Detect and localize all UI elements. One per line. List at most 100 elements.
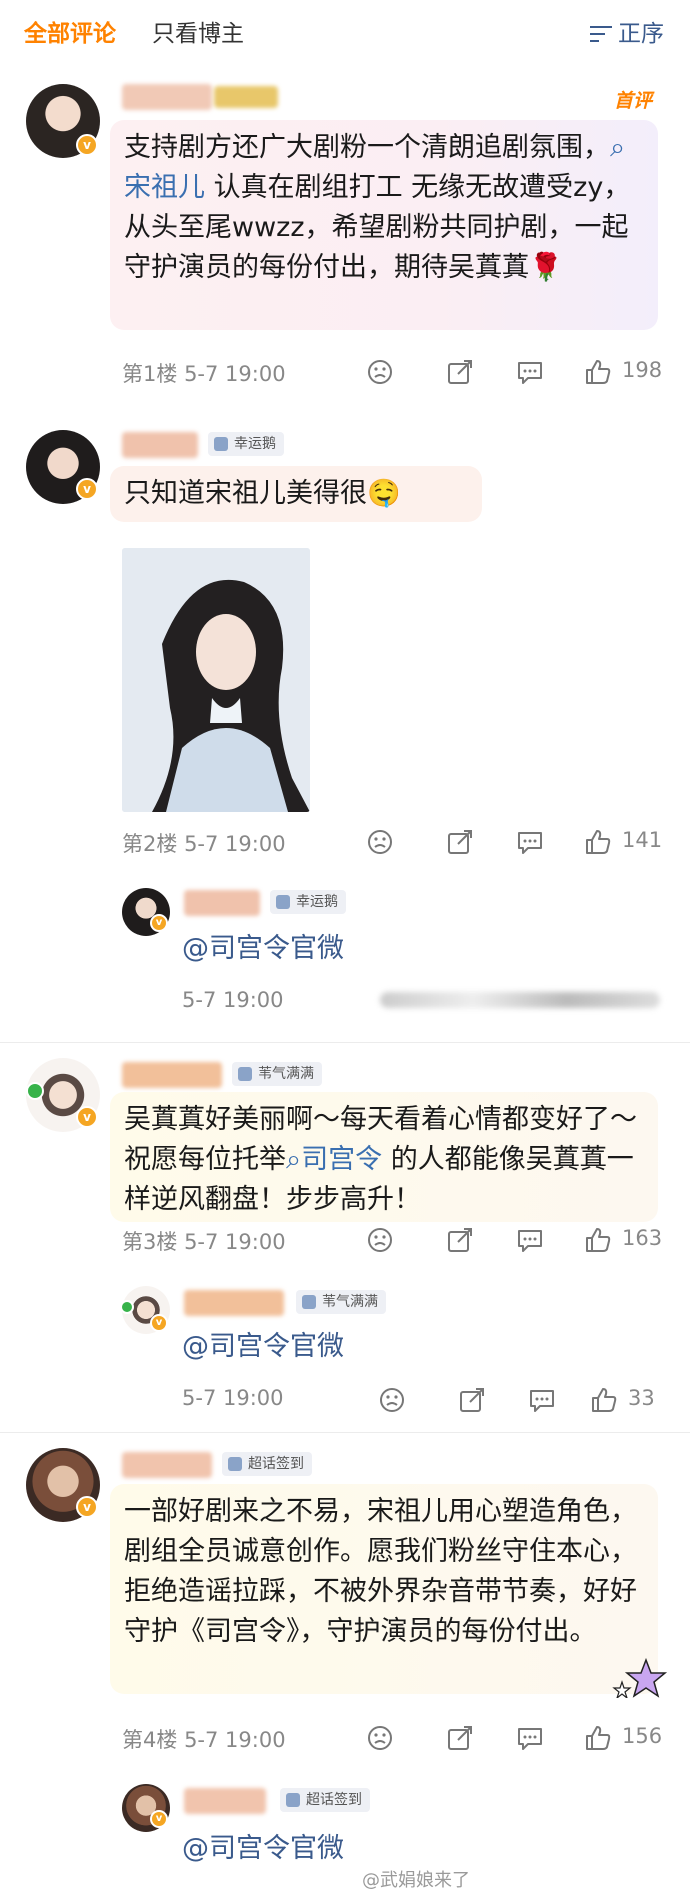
online-badge-icon xyxy=(120,1300,134,1314)
floor-and-time: 第2楼 5-7 19:00 xyxy=(122,828,286,858)
comment-text-bubble[interactable]: 支持剧方还广大剧粉一个清朗追剧氛围，⌕宋祖儿 认真在剧组打工 无缘无故遭受zy，… xyxy=(110,120,658,330)
verified-badge-icon: v xyxy=(150,1314,168,1332)
reply-time: 5-7 19:00 xyxy=(182,1386,284,1410)
fan-tag: 超话签到 xyxy=(222,1452,312,1476)
tag-label: 超话签到 xyxy=(248,1456,304,1472)
topic-link[interactable]: ⌕司宫令 xyxy=(286,1144,382,1175)
tag-icon xyxy=(214,437,228,451)
comment-text: 支持剧方还广大剧粉一个清朗追剧氛围， xyxy=(124,132,610,163)
tag-icon xyxy=(286,1793,300,1807)
comment-icon[interactable] xyxy=(516,1724,544,1752)
floor-number: 第2楼 xyxy=(122,832,178,856)
verified-badge-icon: v xyxy=(76,134,98,156)
floor-number: 第3楼 xyxy=(122,1230,178,1254)
comment-text-bubble[interactable]: 一部好剧来之不易，宋祖儿用心塑造角色，剧组全员诚意创作。愿我们粉丝守住本心，拒绝… xyxy=(110,1484,658,1694)
divider xyxy=(0,1432,690,1433)
fan-tag: 超话签到 xyxy=(280,1788,370,1812)
divider xyxy=(0,1042,690,1043)
mention-link[interactable]: @司宫令官微 xyxy=(182,926,344,965)
tag-label: 苇气满满 xyxy=(322,1294,378,1310)
like-icon[interactable] xyxy=(584,1724,612,1752)
comment-time: 5-7 19:00 xyxy=(184,362,286,386)
dislike-icon[interactable] xyxy=(366,358,394,386)
star-sticker-icon xyxy=(612,1658,668,1698)
share-icon[interactable] xyxy=(446,1226,474,1254)
like-icon[interactable] xyxy=(584,358,612,386)
comment-time: 5-7 19:00 xyxy=(184,1728,286,1752)
sort-label: 正序 xyxy=(618,21,664,47)
like-count: 156 xyxy=(622,1724,663,1748)
share-icon[interactable] xyxy=(446,1724,474,1752)
share-icon[interactable] xyxy=(458,1386,486,1414)
username-blurred[interactable] xyxy=(122,1452,212,1478)
username-blurred[interactable] xyxy=(122,432,198,458)
floor-and-time: 第4楼 5-7 19:00 xyxy=(122,1724,286,1754)
like-count: 198 xyxy=(622,358,663,382)
comment-time: 5-7 19:00 xyxy=(184,1230,286,1254)
tag-icon xyxy=(302,1295,316,1309)
tag-icon xyxy=(238,1067,252,1081)
verified-badge-icon: v xyxy=(76,478,98,500)
comment-text: 一部好剧来之不易，宋祖儿用心塑造角色，剧组全员诚意创作。愿我们粉丝守住本心，拒绝… xyxy=(124,1496,637,1647)
reply-username-blurred[interactable] xyxy=(184,1290,284,1316)
dislike-icon[interactable] xyxy=(378,1386,406,1414)
mention-link[interactable]: @司宫令官微 xyxy=(182,1826,344,1865)
drooling-emoji-icon: 🤤 xyxy=(367,478,401,509)
topic-name: 宋祖儿 xyxy=(124,172,205,203)
tag-label: 幸运鹅 xyxy=(296,894,338,910)
floor-number: 第4楼 xyxy=(122,1728,178,1752)
topic-name: 司宫令 xyxy=(301,1144,383,1175)
attached-photo[interactable] xyxy=(122,548,310,812)
verified-badge-icon: v xyxy=(150,1810,168,1828)
reply-time: 5-7 19:00 xyxy=(182,988,284,1012)
comment-icon[interactable] xyxy=(516,358,544,386)
reply-username-blurred[interactable] xyxy=(184,1788,266,1814)
share-icon[interactable] xyxy=(446,828,474,856)
verified-badge-icon: v xyxy=(150,914,168,932)
dislike-icon[interactable] xyxy=(366,1226,394,1254)
mention-link[interactable]: @司宫令官微 xyxy=(182,1324,344,1363)
sort-icon xyxy=(590,25,612,43)
first-comment-badge: 首评 xyxy=(614,90,653,112)
verified-badge-icon: v xyxy=(76,1496,98,1518)
floor-number: 第1楼 xyxy=(122,362,178,386)
comment-icon[interactable] xyxy=(516,828,544,856)
verified-badge-icon: v xyxy=(76,1106,98,1128)
blurred-content xyxy=(380,992,660,1008)
comment-text-bubble[interactable]: 吴蒖蒖好美丽啊～每天看着心情都变好了～祝愿每位托举⌕司宫令 的人都能像吴蒖蒖一样… xyxy=(110,1092,658,1222)
fan-tag: 幸运鹅 xyxy=(208,432,284,456)
tab-all-comments[interactable]: 全部评论 xyxy=(24,14,116,48)
user-badge-blurred xyxy=(214,86,278,108)
comment-text-bubble[interactable]: 只知道宋祖儿美得很🤤 xyxy=(110,466,482,522)
rose-emoji-icon: 🌹 xyxy=(529,252,563,283)
fan-tag: 苇气满满 xyxy=(232,1062,322,1086)
reply-username-blurred[interactable] xyxy=(184,890,260,916)
like-count: 33 xyxy=(628,1386,655,1410)
comment-text: 只知道宋祖儿美得很 xyxy=(124,478,367,509)
watermark: @武娟娘来了 xyxy=(362,1870,470,1891)
tab-author-only[interactable]: 只看博主 xyxy=(152,14,244,48)
floor-and-time: 第1楼 5-7 19:00 xyxy=(122,358,286,388)
like-count: 163 xyxy=(622,1226,663,1250)
like-icon[interactable] xyxy=(584,1226,612,1254)
comment-icon[interactable] xyxy=(516,1226,544,1254)
fan-tag: 苇气满满 xyxy=(296,1290,386,1314)
comment-icon[interactable] xyxy=(528,1386,556,1414)
username-blurred[interactable] xyxy=(122,1062,222,1088)
like-count: 141 xyxy=(622,828,663,852)
like-icon[interactable] xyxy=(584,828,612,856)
sort-order-button[interactable]: 正序 xyxy=(590,14,664,48)
comment-time: 5-7 19:00 xyxy=(184,832,286,856)
comment-tabs-bar: 全部评论 只看博主 正序 xyxy=(0,0,690,70)
dislike-icon[interactable] xyxy=(366,1724,394,1752)
username-blurred[interactable] xyxy=(122,84,212,110)
tag-label: 幸运鹅 xyxy=(234,436,276,452)
tag-label: 超话签到 xyxy=(306,1792,362,1808)
tag-label: 苇气满满 xyxy=(258,1066,314,1082)
share-icon[interactable] xyxy=(446,358,474,386)
like-icon[interactable] xyxy=(590,1386,618,1414)
tag-icon xyxy=(276,895,290,909)
floor-and-time: 第3楼 5-7 19:00 xyxy=(122,1226,286,1256)
dislike-icon[interactable] xyxy=(366,828,394,856)
tag-icon xyxy=(228,1457,242,1471)
